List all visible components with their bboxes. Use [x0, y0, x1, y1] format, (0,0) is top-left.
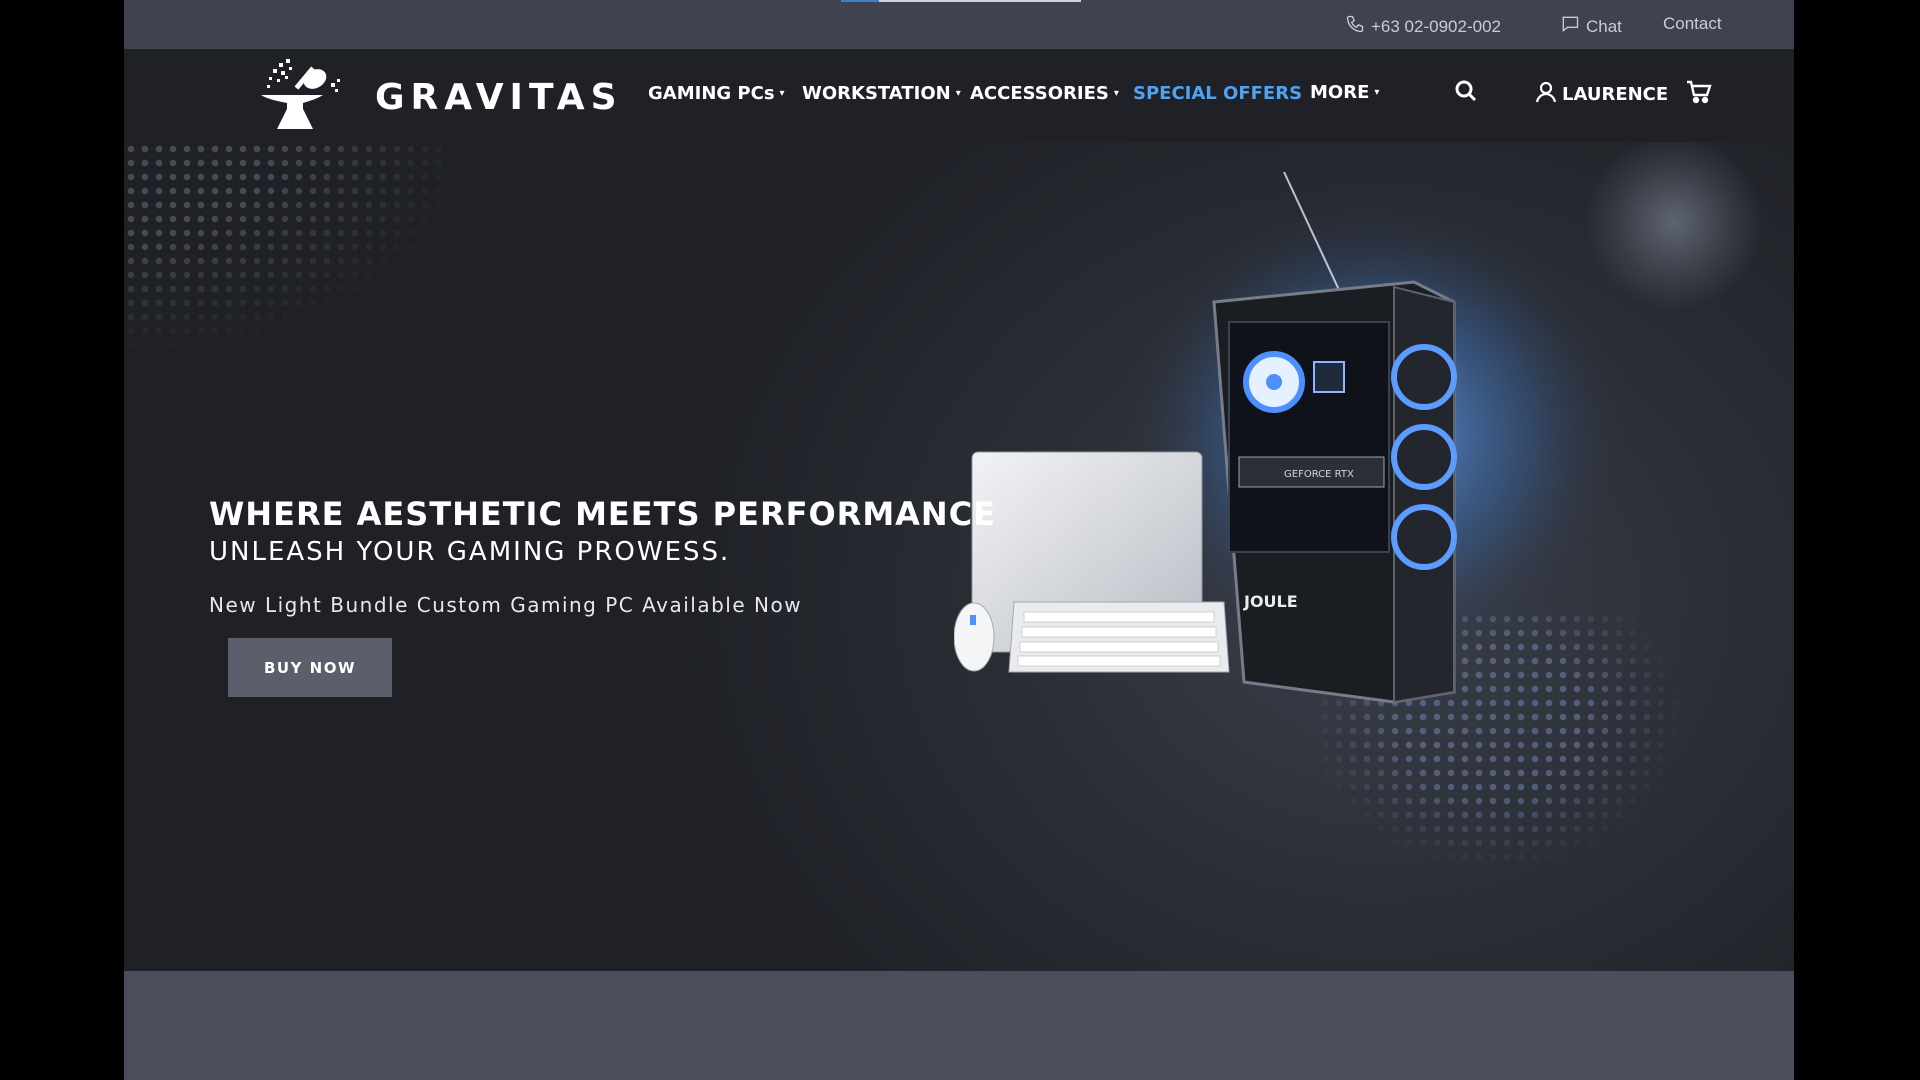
- chat-label: Chat: [1586, 16, 1622, 36]
- hero-tagline: New Light Bundle Custom Gaming PC Availa…: [209, 593, 803, 617]
- nav-item-label: GAMING PCs: [648, 83, 775, 104]
- hero-banner: GEFORCE RTX JOULE WHERE AESTHETIC MEETS …: [124, 142, 1794, 971]
- page-load-progress: [841, 0, 1081, 2]
- gpu-label: GEFORCE RTX: [1284, 469, 1354, 480]
- hero-subheadline: UNLEASH YOUR GAMING PROWESS.: [209, 537, 731, 567]
- utility-bar: +63 02-0902-002 Chat Contact: [124, 0, 1794, 49]
- nav-item-accessories[interactable]: ACCESSORIES ▾: [970, 83, 1119, 104]
- chevron-down-icon: ▾: [779, 88, 785, 99]
- page-load-progress-fill: [841, 0, 880, 2]
- contact-link[interactable]: Contact: [1663, 14, 1722, 34]
- nav-item-label: WORKSTATION: [802, 83, 951, 104]
- dot-pattern-decoration: [124, 142, 464, 352]
- chevron-down-icon: ▾: [1113, 88, 1119, 99]
- contact-label: Contact: [1663, 14, 1722, 33]
- chat-icon: [1560, 14, 1580, 39]
- hero-headline: WHERE AESTHETIC MEETS PERFORMANCE: [209, 495, 997, 533]
- nav-item-label: ACCESSORIES: [970, 83, 1109, 104]
- nav-item-label: SPECIAL OFFERS: [1133, 83, 1303, 104]
- brand-logo[interactable]: GRAVITAS: [259, 57, 623, 137]
- case-brand-label: JOULE: [1243, 592, 1298, 611]
- nav-item-gaming-pcs[interactable]: GAMING PCs ▾: [648, 83, 785, 104]
- user-name: LAURENCE: [1562, 84, 1669, 105]
- nav-item-special-offers[interactable]: SPECIAL OFFERS: [1133, 83, 1302, 104]
- chevron-down-icon: ▾: [955, 88, 961, 99]
- chat-link[interactable]: Chat: [1560, 14, 1622, 39]
- chevron-down-icon: ▾: [1374, 87, 1380, 98]
- anvil-logo-icon: [259, 57, 347, 137]
- phone-link[interactable]: +63 02-0902-002: [1345, 14, 1501, 39]
- account-link[interactable]: LAURENCE: [1535, 81, 1669, 108]
- brand-name: GRAVITAS: [375, 76, 623, 118]
- product-bundle-image: GEFORCE RTX JOULE: [954, 172, 1634, 704]
- nav-item-label: MORE: [1310, 82, 1370, 103]
- phone-number: +63 02-0902-002: [1371, 16, 1501, 36]
- buy-now-button[interactable]: BUY NOW: [228, 638, 392, 697]
- main-nav: GRAVITAS GAMING PCs ▾ WORKSTATION ▾ ACCE…: [124, 49, 1794, 142]
- below-fold-section: [124, 971, 1794, 1080]
- phone-icon: [1345, 14, 1365, 39]
- nav-item-more[interactable]: MORE ▾: [1310, 82, 1379, 103]
- user-icon: [1535, 81, 1557, 108]
- search-icon[interactable]: [1454, 79, 1478, 107]
- page: +63 02-0902-002 Chat Contact GRAVITAS GA…: [124, 0, 1794, 1080]
- cart-icon[interactable]: [1686, 79, 1712, 109]
- nav-item-workstation[interactable]: WORKSTATION ▾: [802, 83, 961, 104]
